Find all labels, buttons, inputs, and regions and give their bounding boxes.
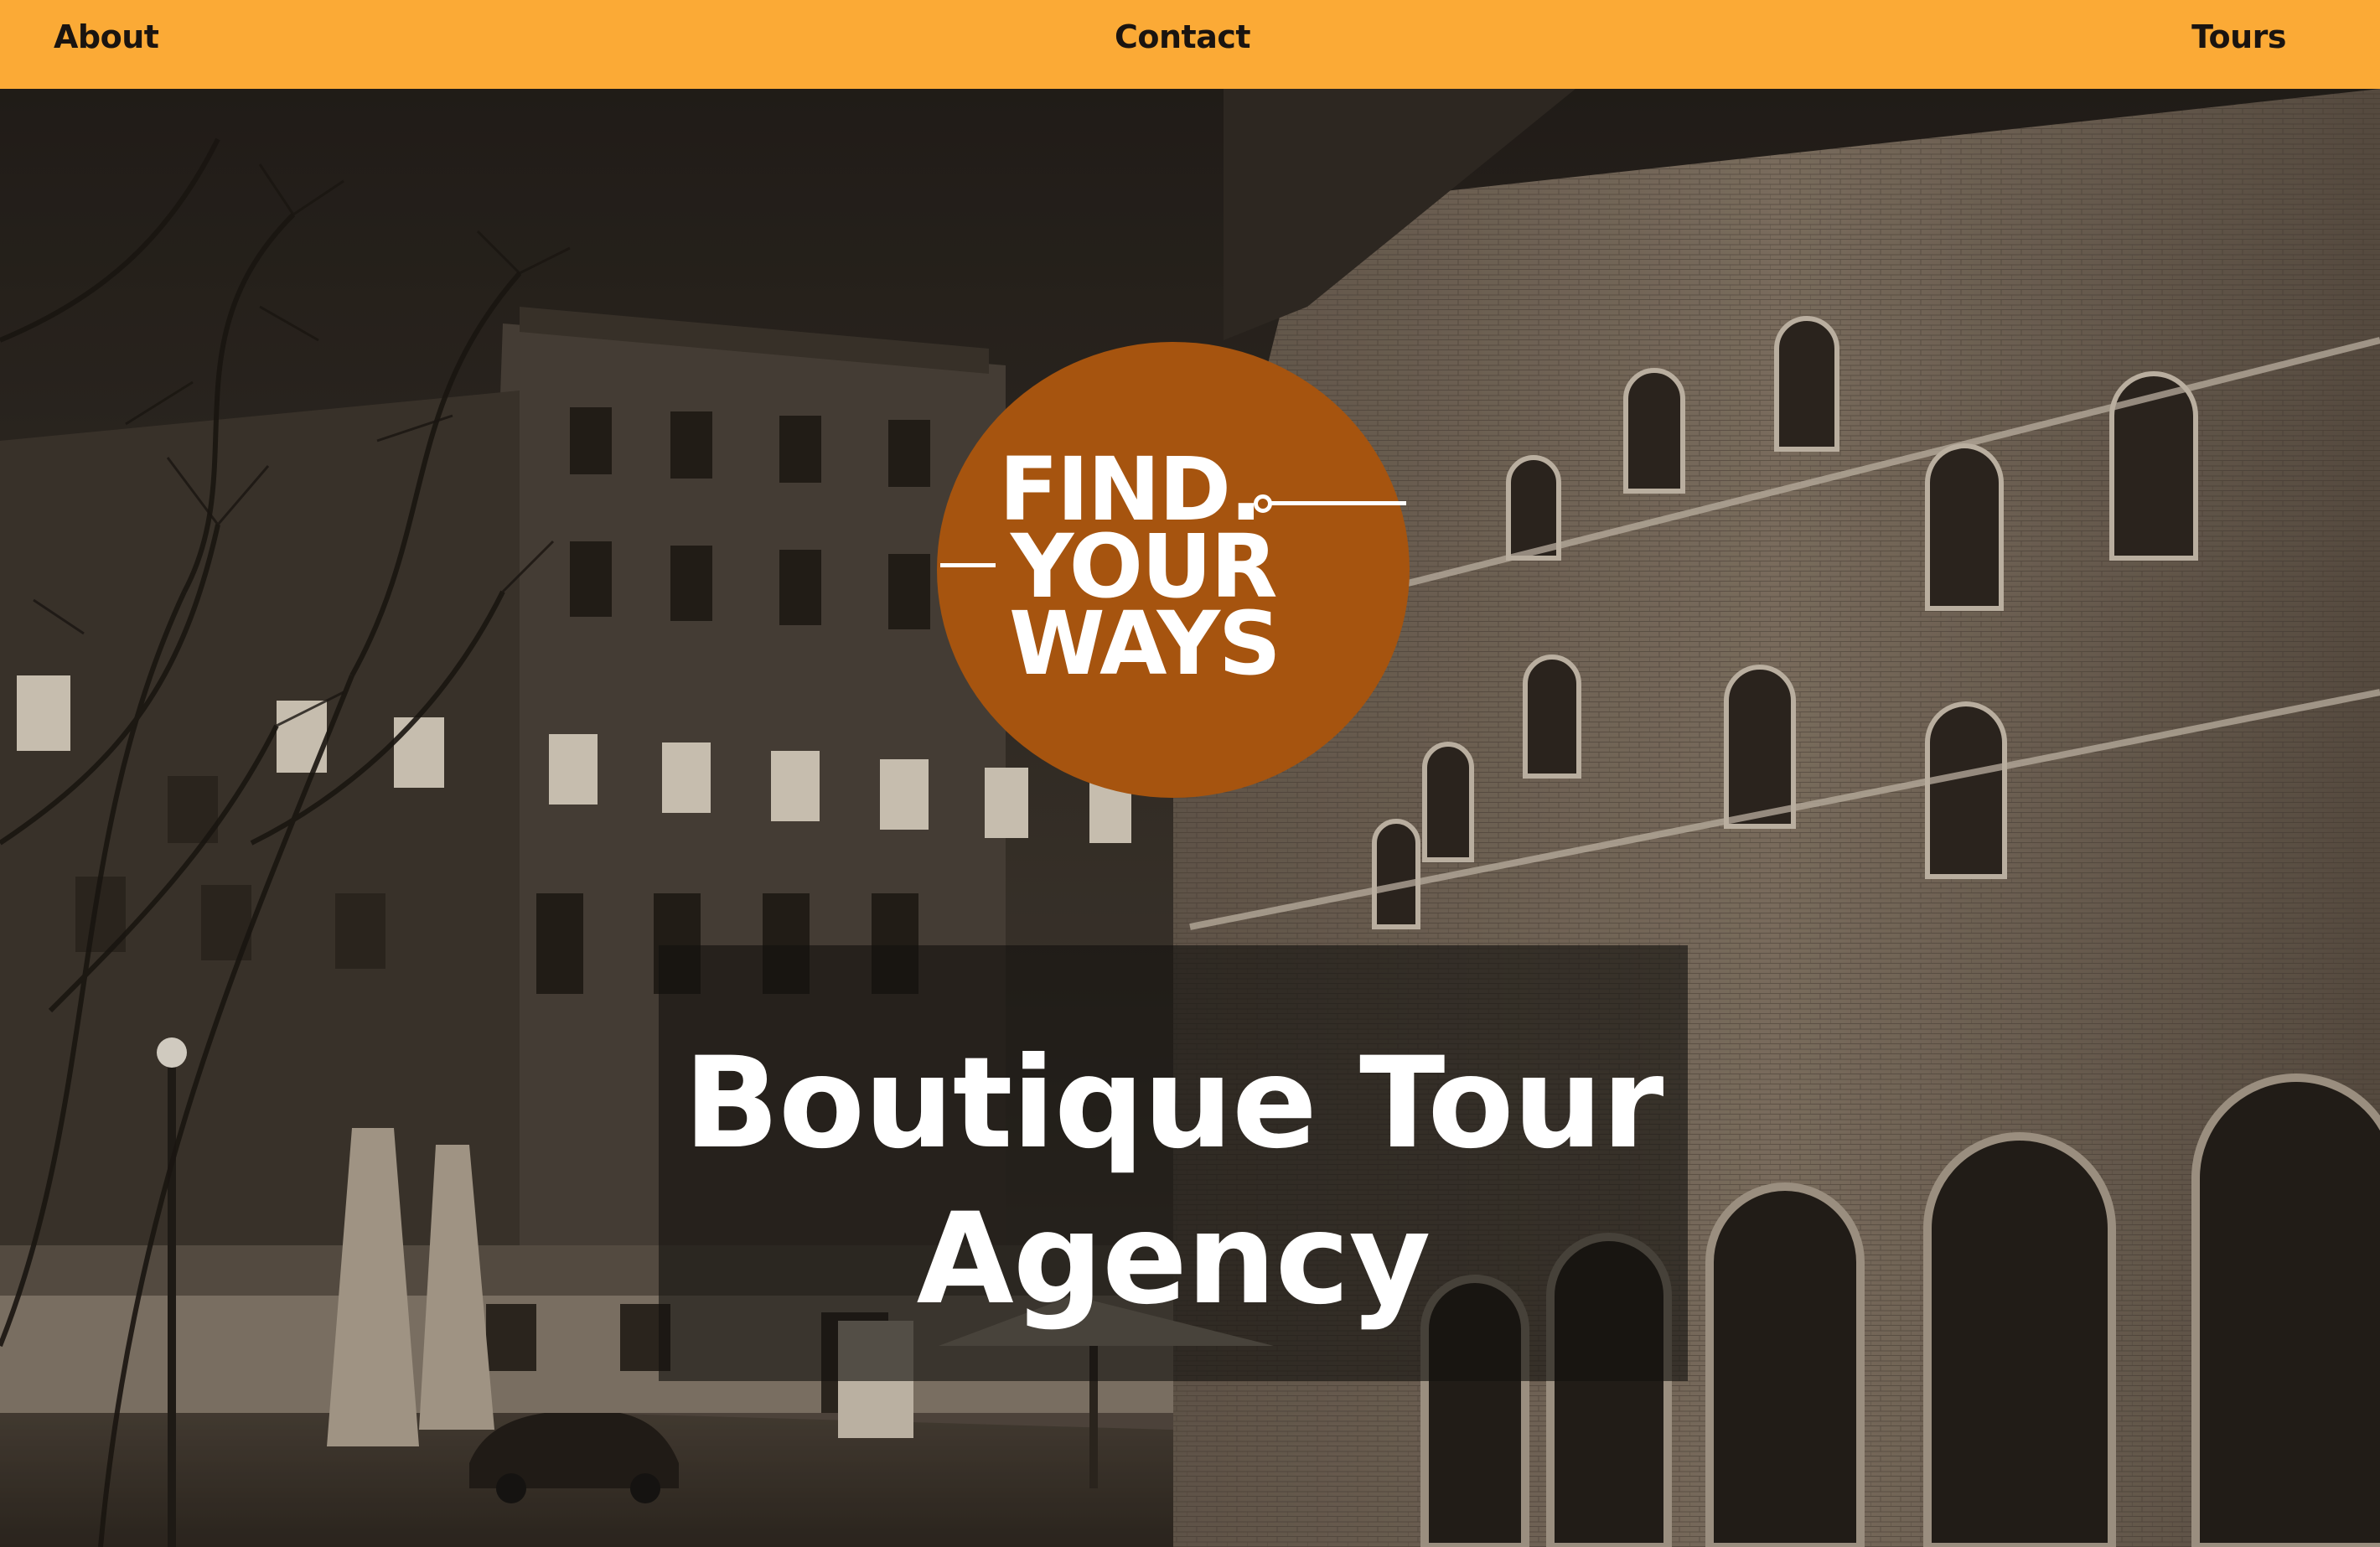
nav-link-tours[interactable]: Tours [2191,18,2286,55]
logo-dot-right [1254,494,1272,513]
hero-headline: Boutique Tour Agency [683,1031,1664,1332]
find-your-ways-logo[interactable]: FIND. YOUR WAYS [937,342,1410,798]
logo-line-right [1268,501,1406,505]
top-nav-bar: About Contact Tours [0,0,2380,89]
page: About Contact Tours FIND. YOUR WAYS Bout… [0,0,2380,1547]
logo-line-left [940,563,996,567]
nav-link-contact[interactable]: Contact [1115,18,1251,55]
headline-panel: Boutique Tour Agency [659,945,1688,1381]
logo-text-ways: WAYS [1009,592,1281,695]
nav-link-about[interactable]: About [54,18,159,55]
hero-section: FIND. YOUR WAYS Boutique Tour Agency [0,89,2380,1547]
